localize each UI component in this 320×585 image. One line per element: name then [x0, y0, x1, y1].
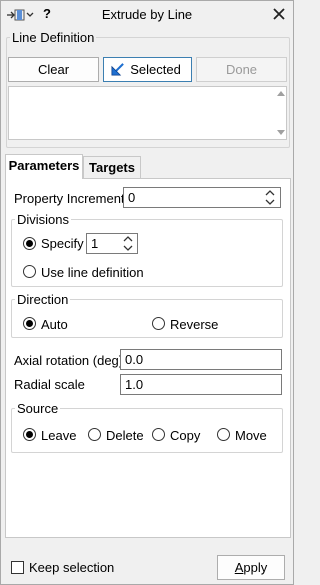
extrude-by-line-dialog: ? Extrude by Line Line Definition Clear … — [0, 0, 294, 585]
axial-rotation-value: 0.0 — [125, 352, 144, 367]
property-increment-input[interactable]: 0 — [123, 187, 281, 208]
divisions-label: Divisions — [15, 212, 72, 227]
radial-scale-input[interactable]: 1.0 — [120, 374, 282, 395]
line-list[interactable] — [8, 86, 287, 140]
move-radio[interactable] — [217, 428, 230, 441]
specify-radio[interactable] — [23, 237, 36, 250]
keep-selection-checkbox[interactable] — [11, 561, 24, 574]
leave-radio[interactable] — [23, 428, 36, 441]
apply-button-label: Apply — [235, 560, 268, 575]
apply-label-rest: pply — [243, 560, 268, 575]
specify-label: Specify — [41, 236, 84, 251]
line-definition-label: Line Definition — [10, 30, 97, 45]
spin-updown-icon[interactable] — [122, 234, 134, 253]
axial-rotation-input[interactable]: 0.0 — [120, 349, 282, 370]
window-title: Extrude by Line — [101, 7, 193, 22]
move-label: Move — [235, 428, 267, 443]
axial-rotation-label: Axial rotation (deg) — [14, 353, 124, 368]
tab-targets-label: Targets — [89, 160, 135, 175]
delete-radio[interactable] — [88, 428, 101, 441]
tab-parameters-label: Parameters — [8, 158, 80, 173]
clear-button[interactable]: Clear — [8, 57, 99, 82]
tab-targets[interactable]: Targets — [83, 156, 141, 179]
reverse-radio[interactable] — [152, 317, 165, 330]
scroll-down-icon[interactable] — [277, 130, 285, 135]
keep-selection-label: Keep selection — [29, 560, 115, 575]
done-button-label: Done — [225, 62, 258, 77]
apply-button[interactable]: Apply — [217, 555, 285, 580]
divisions-input[interactable]: 1 — [86, 233, 138, 254]
parameters-panel: Property Increment 0 Divisions Specify 1… — [5, 178, 291, 538]
delete-label: Delete — [106, 428, 144, 443]
property-increment-value: 0 — [128, 190, 136, 205]
direction-label: Direction — [15, 292, 71, 307]
tab-parameters[interactable]: Parameters — [5, 154, 83, 179]
selected-button[interactable]: Selected — [103, 57, 192, 82]
reverse-label: Reverse — [170, 317, 219, 332]
auto-label: Auto — [41, 317, 68, 332]
source-label: Source — [15, 401, 61, 416]
done-button[interactable]: Done — [196, 57, 287, 82]
auto-radio[interactable] — [23, 317, 36, 330]
title-bar: ? Extrude by Line — [1, 1, 293, 28]
radial-scale-value: 1.0 — [125, 377, 144, 392]
property-increment-label: Property Increment — [14, 191, 125, 206]
copy-radio[interactable] — [152, 428, 165, 441]
copy-label: Copy — [170, 428, 201, 443]
radial-scale-label: Radial scale — [14, 377, 85, 392]
close-icon[interactable] — [271, 6, 287, 22]
leave-label: Leave — [41, 428, 77, 443]
use-line-definition-radio[interactable] — [23, 265, 36, 278]
select-arrow-icon — [111, 63, 124, 76]
divisions-value: 1 — [91, 236, 99, 251]
spin-updown-icon[interactable] — [264, 188, 276, 207]
use-line-definition-label: Use line definition — [41, 265, 144, 280]
clear-button-label: Clear — [37, 62, 70, 77]
scroll-up-icon[interactable] — [277, 91, 285, 96]
